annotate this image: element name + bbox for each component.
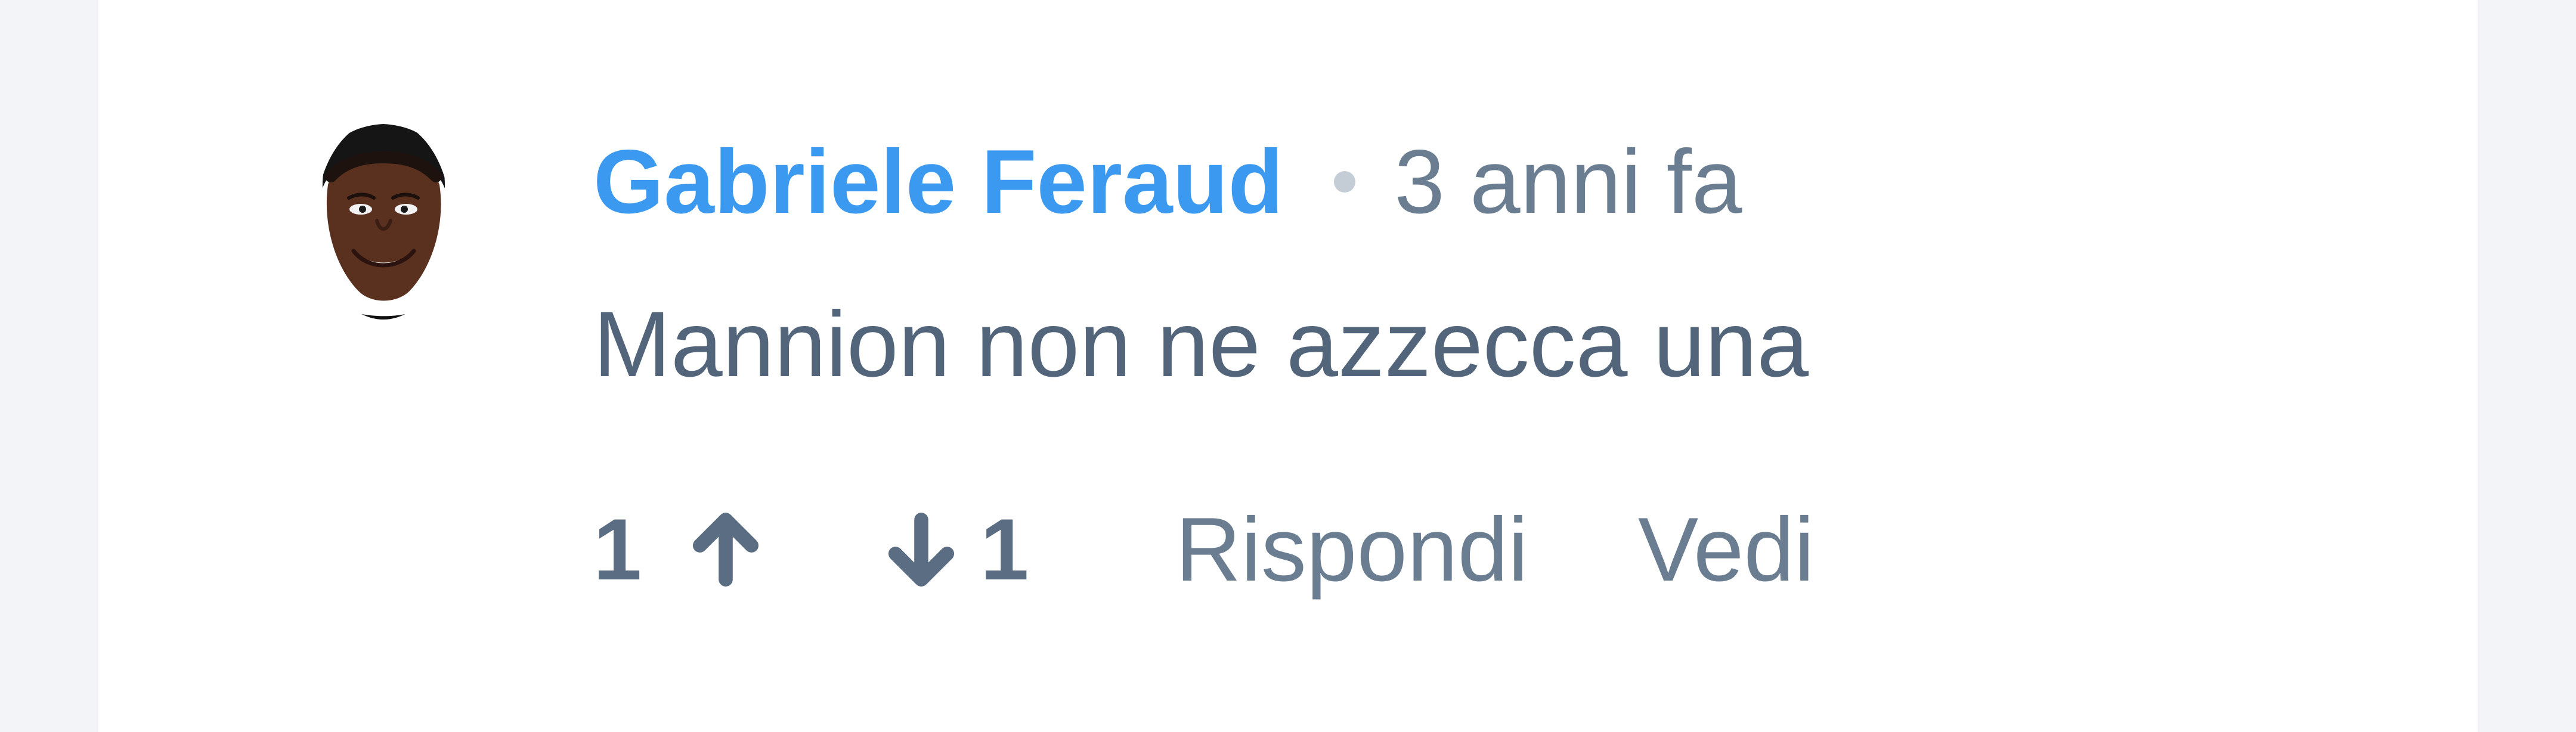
downvote-count: 1 [980,501,1029,598]
avatar[interactable] [301,114,466,333]
dot-separator [1334,171,1356,193]
timestamp: 3 anni fa [1394,131,1742,232]
reply-button[interactable]: Rispondi [1175,504,1528,595]
author-name-link[interactable]: Gabriele Feraud [593,137,1283,227]
arrow-down-icon[interactable] [886,511,956,588]
upvote-count: 1 [593,501,642,598]
page: Gabriele Feraud 3 anni fa Mannion non ne… [0,0,2576,732]
comment-actions: 1 1 Rispondi Vedi [593,502,1815,597]
view-button[interactable]: Vedi [1638,504,1815,595]
comment-card: Gabriele Feraud 3 anni fa Mannion non ne… [98,0,2478,732]
comment-header: Gabriele Feraud 3 anni fa [593,134,1742,229]
comment: Gabriele Feraud 3 anni fa Mannion non ne… [593,0,2382,732]
arrow-up-icon[interactable] [691,511,761,588]
comment-text: Mannion non ne azzecca una [593,293,1809,396]
